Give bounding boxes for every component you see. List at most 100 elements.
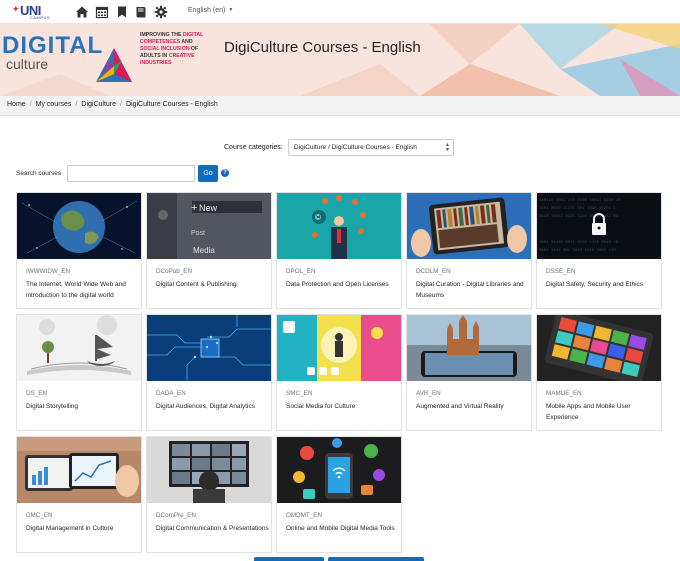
category-select[interactable]: DigiCulture / DigiCulture Courses - Engl… (288, 139, 454, 156)
course-card[interactable]: DComPre_EN Digital Communication & Prese… (146, 436, 272, 553)
course-code: IWWWIDW_EN (26, 268, 71, 275)
pagination-button[interactable] (328, 557, 424, 561)
course-code: DSSE_EN (546, 268, 576, 275)
course-code: DComPre_EN (156, 512, 196, 519)
video-conference-image[interactable] (147, 437, 271, 503)
course-code: DCoPub_EN (156, 268, 193, 275)
unicampus-logo[interactable]: ✦ UNI CAMPUS (12, 3, 56, 21)
breadcrumb-separator: / (75, 101, 78, 108)
pagination-button[interactable] (254, 557, 324, 561)
padlock-code-image[interactable]: 010110 1001 110 0101 10011 0110 10 1101 0… (537, 193, 661, 259)
course-card[interactable]: MAMUE_EN Mobile Apps and Mobile User Exp… (536, 314, 662, 431)
course-code: MAMUE_EN (546, 390, 582, 397)
breadcrumb-current[interactable]: DigiCulture Courses - English (126, 101, 218, 108)
calendar-icon[interactable] (95, 5, 109, 19)
course-card[interactable]: DADA_EN Digital Audiences, Digital Analy… (146, 314, 272, 431)
course-title[interactable]: Data Protection and Open Licenses (286, 280, 400, 291)
category-select-value: DigiCulture / DigiCulture Courses - Engl… (294, 144, 417, 151)
image-word-new: New (199, 203, 218, 213)
course-code: DMC_EN (26, 512, 53, 519)
course-title[interactable]: The Internet, World Wide Web and introdu… (26, 280, 140, 301)
tagline-part: ADULTS IN (140, 53, 169, 59)
course-code: AVR_EN (416, 390, 441, 397)
tablet-charts-image[interactable] (17, 437, 141, 503)
mobile-media-icons-image[interactable] (277, 437, 401, 503)
gear-icon[interactable] (154, 5, 168, 19)
course-title[interactable]: Augmented and Virtual Reality (416, 402, 530, 413)
brand-tagline: IMPROVING THE DIGITAL COMPETENCES AND SO… (140, 32, 210, 67)
course-card[interactable]: DMC_EN Digital Management in Culture (16, 436, 142, 553)
new-post-media-image[interactable]: New + Post Media (147, 193, 271, 259)
image-word-media: Media (193, 246, 215, 255)
tablet-library-image[interactable] (407, 193, 531, 259)
help-icon[interactable]: ? (221, 169, 229, 177)
course-code: DCDLM_EN (416, 268, 451, 275)
top-navbar: ✦ UNI CAMPUS English (en) ▼ (0, 0, 680, 24)
course-title[interactable]: Digital Content & Publishing (156, 280, 270, 291)
course-code: DPOL_EN (286, 268, 316, 275)
course-code: OMDMT_EN (286, 512, 323, 519)
open-book-ship-image[interactable] (17, 315, 141, 381)
svg-text:+: + (191, 202, 197, 214)
course-card[interactable]: © DPOL_EN Data Protection and Open Licen… (276, 192, 402, 309)
tagline-part: OF (189, 46, 199, 52)
search-input[interactable] (67, 165, 195, 182)
course-card[interactable]: OMDMT_EN Online and Mobile Digital Media… (276, 436, 402, 553)
language-menu[interactable]: English (en) ▼ (188, 7, 233, 14)
breadcrumb-home[interactable]: Home (7, 101, 26, 108)
course-card[interactable]: DCDLM_EN Digital Curation - Digital Libr… (406, 192, 532, 309)
course-code: DADA_EN (156, 390, 186, 397)
phone-castle-image[interactable] (407, 315, 531, 381)
breadcrumb-digiculture[interactable]: DigiCulture (81, 101, 116, 108)
course-title[interactable]: Digital Communication & Presentations (156, 524, 270, 535)
globe-network-image[interactable] (17, 193, 141, 259)
chevron-down-icon: ▼ (228, 7, 234, 13)
course-code: SMC_EN (286, 390, 313, 397)
copyright-juggler-image[interactable]: © (277, 193, 401, 259)
select-arrows-icon: ▴ ▾ (445, 142, 449, 153)
circuit-board-image[interactable] (147, 315, 271, 381)
social-media-collage-image[interactable] (277, 315, 401, 381)
svg-text:0101 1101 001 1010 0110 1001 1: 0101 1101 001 1010 0110 1001 110 (539, 249, 616, 253)
course-card[interactable]: SMC_EN Social Media for Culture (276, 314, 402, 431)
course-title[interactable]: Digital Management in Culture (26, 524, 140, 535)
home-icon[interactable] (75, 5, 89, 19)
course-title[interactable]: Digital Audiences, Digital Analytics (156, 402, 270, 413)
course-card[interactable]: DS_EN Digital Storytelling (16, 314, 142, 431)
svg-text:1101 0010 11101 001 1010 01101: 1101 0010 11101 001 1010 01101 1 (539, 207, 616, 211)
search-label: Search courses (16, 170, 62, 177)
course-code: DS_EN (26, 390, 47, 397)
breadcrumb: Home / My courses / DigiCulture / DigiCultu… (7, 101, 218, 108)
digiculture-brand: DIGITAL culture (0, 30, 140, 90)
logo-star-icon: ✦ (12, 4, 20, 14)
bookmark-icon[interactable] (115, 5, 129, 19)
book-icon[interactable] (134, 5, 148, 19)
course-card[interactable]: IWWWIDW_EN The Internet, World Wide Web … (16, 192, 142, 309)
tagline-part: AND (180, 39, 193, 45)
svg-text:©: © (315, 213, 321, 222)
course-title[interactable]: Online and Mobile Digital Media Tools (286, 524, 400, 535)
course-card[interactable]: 010110 1001 110 0101 10011 0110 10 1101 0… (536, 192, 662, 309)
course-category-banner: DIGITAL culture IMPROVING THE DIGITAL CO… (0, 24, 680, 96)
course-title[interactable]: Digital Safety, Security and Ethics (546, 280, 660, 291)
page-title: DigiCulture Courses - English (224, 39, 421, 56)
course-title[interactable]: Digital Storytelling (26, 402, 140, 413)
go-button[interactable]: Go (198, 165, 218, 182)
tagline-highlight: SOCIAL INCLUSION (140, 46, 190, 52)
svg-text:010110 1001 110 0101 10011 011: 010110 1001 110 0101 10011 0110 10 (539, 199, 621, 203)
course-card[interactable]: AVR_EN Augmented and Virtual Reality (406, 314, 532, 431)
brand-culture-text: culture (6, 56, 49, 72)
svg-text:1001 01101 0011 0101 1110 0010: 1001 01101 0011 0101 1110 0010 10 (539, 241, 619, 245)
course-title[interactable]: Mobile Apps and Mobile User Experience (546, 402, 660, 423)
app-tiles-tablet-image[interactable] (537, 315, 661, 381)
language-label: English (en) (188, 7, 226, 14)
course-title[interactable]: Digital Curation - Digital Libraries and… (416, 280, 530, 301)
breadcrumb-my-courses[interactable]: My courses (36, 101, 72, 108)
svg-text:0110 10011 0101 1100 0101 1011: 0110 10011 0101 1100 0101 1011 01 (539, 215, 619, 219)
logo-subtext: CAMPUS (30, 15, 51, 20)
breadcrumb-bar: Home / My courses / DigiCulture / DigiCultu… (0, 96, 680, 116)
course-title[interactable]: Social Media for Culture (286, 402, 400, 413)
course-card[interactable]: New + Post Media DCoPub_EN Digital Content … (146, 192, 272, 309)
brand-prism-icon (96, 48, 132, 82)
tagline-part: IMPROVING THE (140, 32, 183, 38)
